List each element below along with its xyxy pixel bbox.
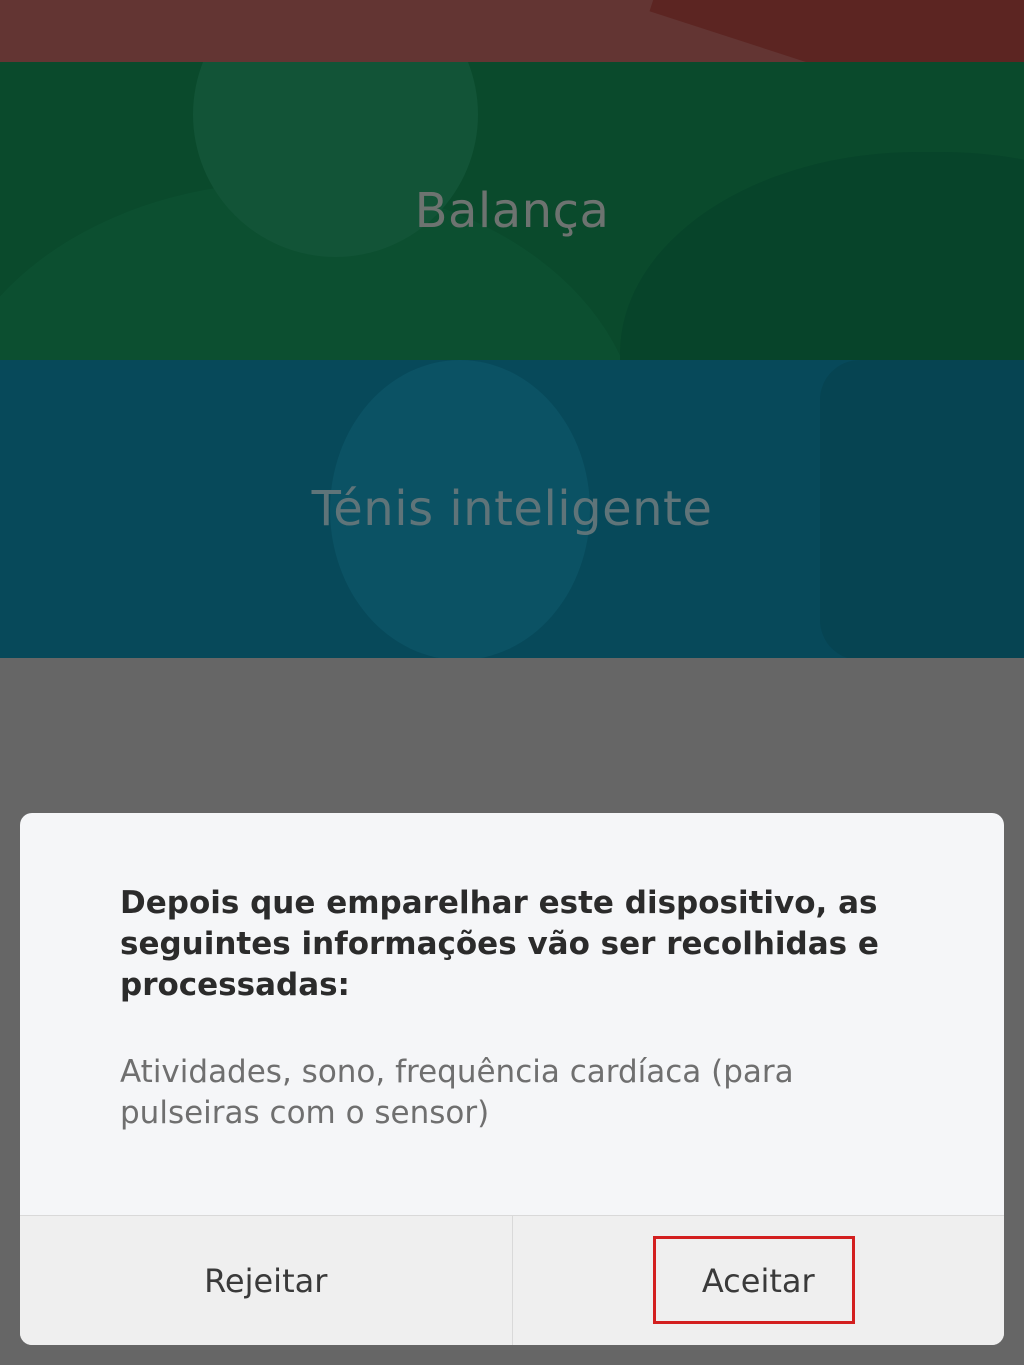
accept-button-label: Aceitar <box>701 1262 815 1300</box>
device-card-title: Ténis inteligente <box>311 481 713 537</box>
dialog-actions: Rejeitar Aceitar <box>20 1215 1004 1345</box>
reject-button[interactable]: Rejeitar <box>20 1216 512 1345</box>
accept-button[interactable]: Aceitar <box>511 1216 1005 1345</box>
device-card-smart-shoes[interactable]: Ténis inteligente <box>0 360 1024 658</box>
consent-dialog: Depois que emparelhar este dispositivo, … <box>20 813 1004 1345</box>
reject-button-label: Rejeitar <box>204 1262 328 1300</box>
device-card-title: Balança <box>414 183 610 239</box>
dialog-title: Depois que emparelhar este dispositivo, … <box>120 885 879 1003</box>
card-decoration <box>620 152 1024 360</box>
device-card-top[interactable] <box>0 0 1024 62</box>
dialog-message: Atividades, sono, frequência cardíaca (p… <box>120 1054 794 1131</box>
screen: Balança Ténis inteligente Depois que emp… <box>0 0 1024 1365</box>
device-card-scale[interactable]: Balança <box>0 62 1024 360</box>
card-decoration <box>649 0 1024 62</box>
card-decoration <box>820 360 1024 658</box>
dialog-body: Depois que emparelhar este dispositivo, … <box>20 813 1004 1134</box>
